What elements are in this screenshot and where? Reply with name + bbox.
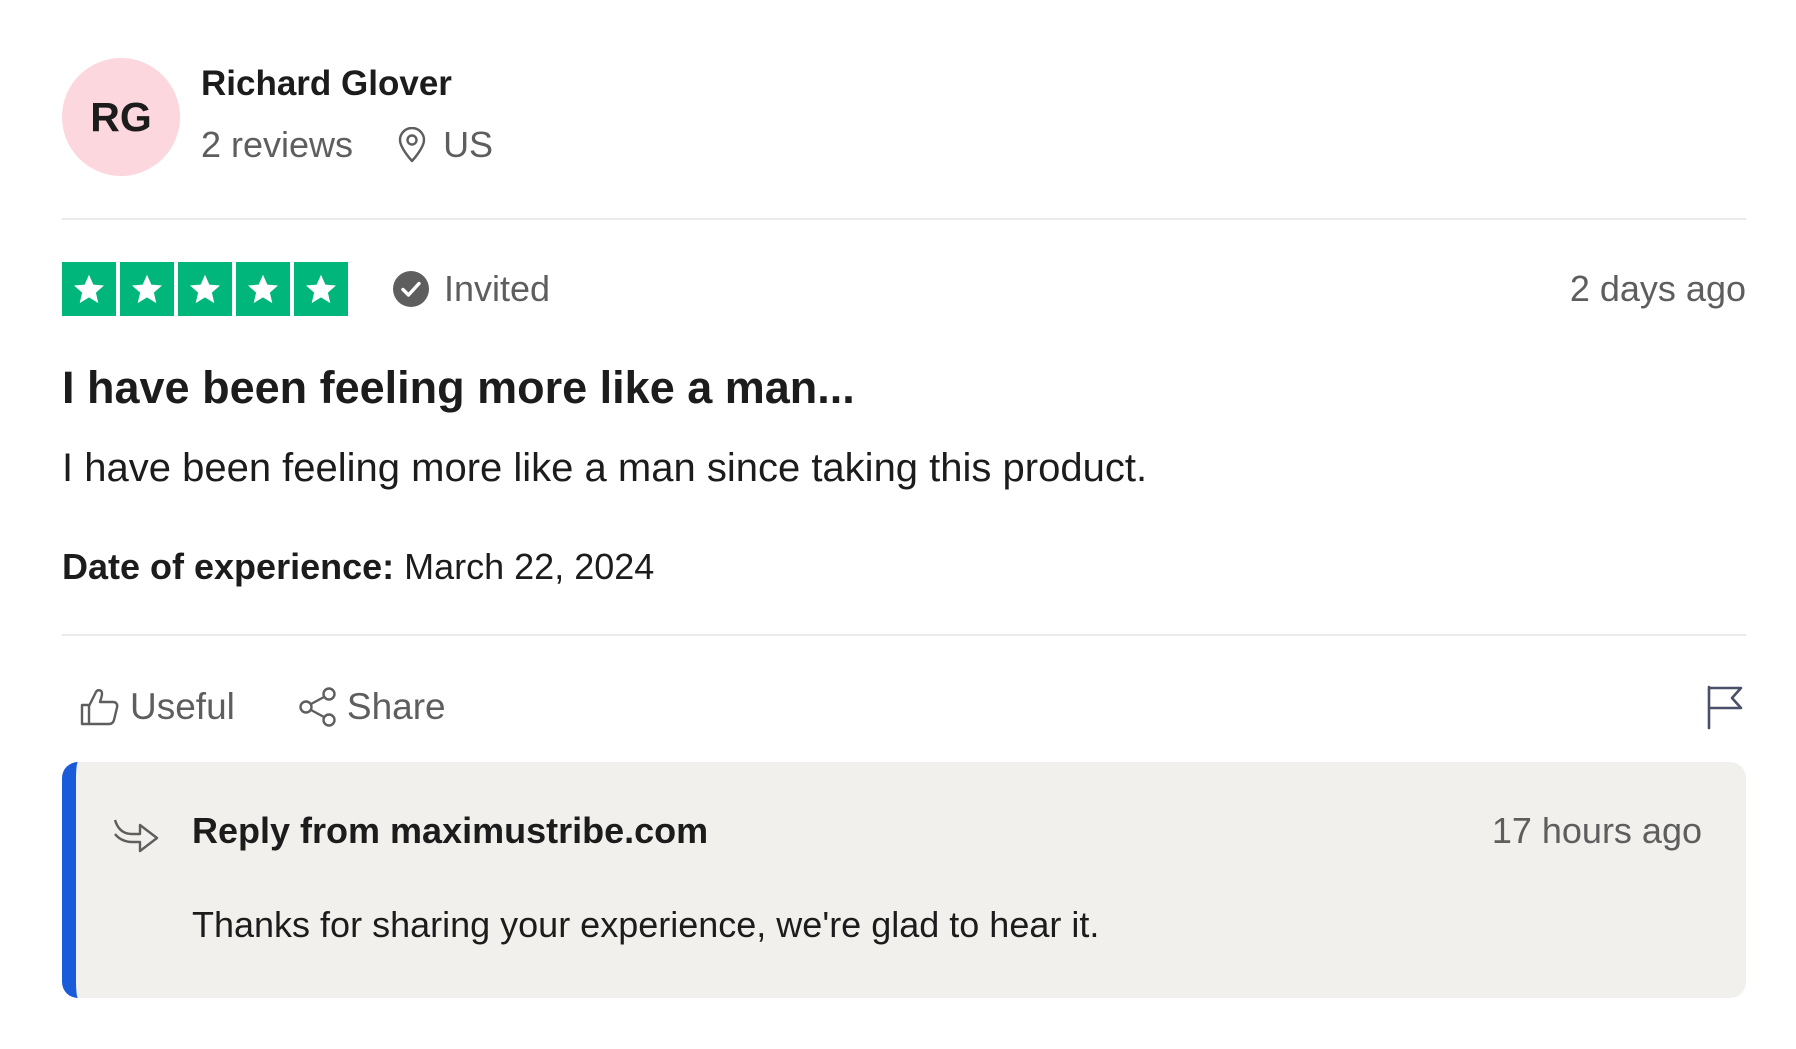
- experience-date: March 22, 2024: [404, 546, 655, 587]
- star-icon: [62, 262, 116, 316]
- experience-label: Date of experience:: [62, 546, 395, 587]
- reviewer-country: US: [443, 124, 494, 165]
- invited-label: Invited: [444, 268, 551, 309]
- reply-from: Reply from maximustribe.com: [192, 810, 709, 851]
- reply-arrow-icon: [113, 819, 159, 853]
- star-icon: [294, 262, 348, 316]
- avatar-initials: RG: [90, 93, 152, 140]
- invited-badge[interactable]: Invited: [392, 268, 550, 310]
- avatar[interactable]: RG: [62, 58, 180, 176]
- star-icon: [178, 262, 232, 316]
- share-label: Share: [346, 686, 446, 727]
- body-divider: [62, 634, 1746, 636]
- share-icon: [299, 687, 336, 727]
- reply-date: 17 hours ago: [1491, 810, 1702, 851]
- review-card: RG Richard Glover 2 reviews US Invited 2…: [62, 0, 1746, 1049]
- review-body: I have been feeling more like a man sinc…: [62, 446, 1148, 490]
- report-flag-button[interactable]: [1706, 684, 1744, 735]
- reply-text: Thanks for sharing your experience, we'r…: [192, 904, 1100, 945]
- thumbs-up-icon: [80, 689, 119, 726]
- useful-label: Useful: [130, 686, 235, 727]
- reviews-count: 2 reviews: [201, 124, 354, 165]
- star-icon: [236, 262, 290, 316]
- useful-button[interactable]: Useful: [80, 686, 235, 728]
- company-reply: Reply from maximustribe.com 17 hours ago…: [62, 762, 1746, 998]
- reviewer-location: US: [397, 124, 493, 166]
- location-pin-icon: [398, 127, 426, 163]
- reviewer-name[interactable]: Richard Glover: [201, 64, 452, 104]
- review-title[interactable]: I have been feeling more like a man...: [62, 362, 855, 414]
- share-button[interactable]: Share: [297, 686, 446, 728]
- check-circle-icon: [393, 271, 429, 307]
- star-rating: [62, 262, 352, 316]
- star-icon: [120, 262, 174, 316]
- flag-icon: [1707, 685, 1743, 730]
- header-divider: [62, 218, 1746, 220]
- reviewer-meta: 2 reviews US: [201, 124, 493, 166]
- review-date: 2 days ago: [1569, 268, 1746, 309]
- date-of-experience: Date of experience: March 22, 2024: [62, 546, 654, 588]
- review-actions: Useful Share: [80, 686, 446, 728]
